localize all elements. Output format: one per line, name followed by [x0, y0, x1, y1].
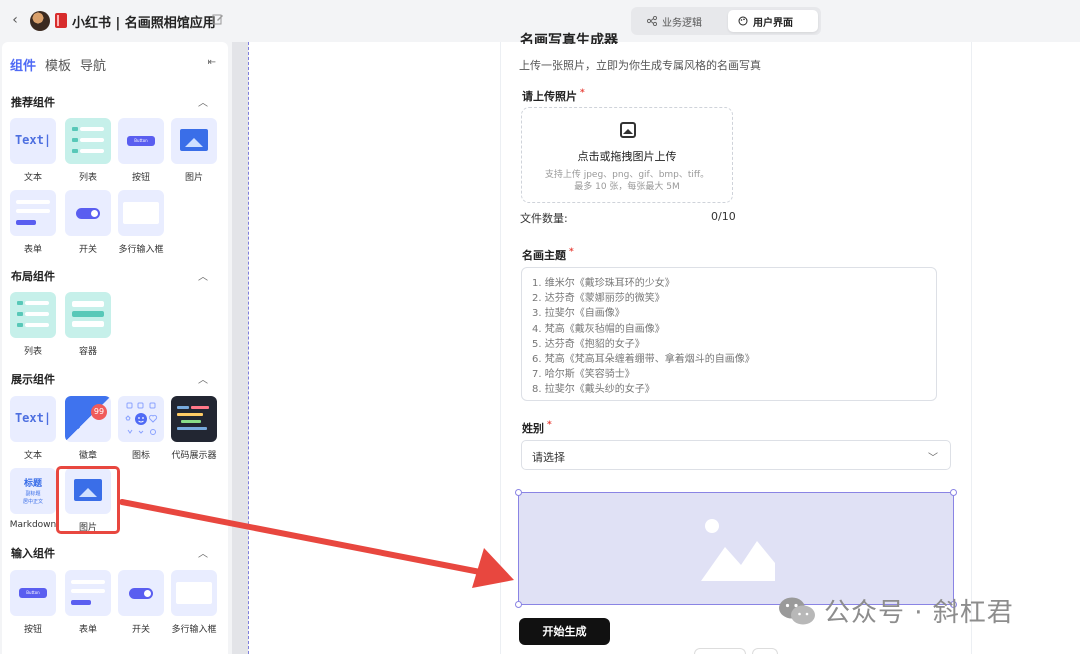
highlight-box [56, 466, 120, 534]
markdown-component-thumbnail: 标题 副标题 居中正文 [10, 468, 56, 514]
theme-label: 名画主题 * [522, 247, 574, 262]
bottom-toolbar-button[interactable] [752, 648, 778, 654]
toggle-icon [129, 588, 153, 599]
badge-component-thumbnail: 99 [65, 396, 111, 442]
watermark: 公众号 · 斜杠君 [778, 592, 1014, 629]
list-component-thumbnail [10, 292, 56, 338]
component-item-image[interactable]: 图片 [169, 118, 219, 183]
image-placeholder-selected[interactable] [518, 492, 954, 605]
tab-business-logic[interactable]: 业务逻辑 [637, 10, 725, 32]
canvas-guide-line [248, 42, 249, 654]
upload-main-text: 点击或拖拽图片上传 [577, 150, 677, 163]
component-item-display-text[interactable]: Text| 文本 [8, 396, 58, 461]
code-viewer-component-thumbnail [171, 396, 217, 442]
collapse-panel-icon[interactable]: ⇤ [208, 57, 216, 68]
icon-grid-icon [125, 402, 158, 435]
edit-icon[interactable] [212, 13, 224, 25]
component-item-input-form[interactable]: 表单 [63, 570, 113, 635]
button-component-thumbnail: Button [118, 118, 164, 164]
app-title: 小红书 | 名画照相馆应用 [72, 16, 216, 31]
textarea-component-thumbnail [118, 190, 164, 236]
image-upload-icon [620, 122, 636, 138]
text-component-thumbnail: Text| [10, 396, 56, 442]
tab-user-interface[interactable]: 用户界面 [728, 10, 818, 32]
start-generate-button[interactable]: 开始生成 [519, 618, 610, 645]
upload-label: 请上传照片 * [522, 88, 585, 103]
component-item-form[interactable]: 表单 [8, 190, 58, 255]
image-placeholder-icon [701, 519, 775, 581]
button-component-thumbnail: Button [10, 570, 56, 616]
wechat-icon [779, 597, 815, 624]
avatar[interactable] [30, 11, 50, 31]
gender-select[interactable]: 请选择 ﹀ [521, 440, 951, 470]
switch-component-thumbnail [65, 190, 111, 236]
component-item-input-textarea[interactable]: 多行输入框 [169, 570, 219, 635]
component-item-text[interactable]: Text| 文本 [8, 118, 58, 183]
toggle-icon [76, 208, 100, 219]
component-item-input-button[interactable]: Button 按钮 [8, 570, 58, 635]
section-title-recommended: 推荐组件 [11, 96, 55, 109]
flow-icon [647, 16, 657, 26]
panel-tab-components[interactable]: 组件 [10, 55, 36, 74]
app-book-icon [55, 13, 67, 28]
component-item-switch[interactable]: 开关 [63, 190, 113, 255]
resize-handle-bottom-left[interactable] [515, 601, 522, 608]
component-item-input-switch[interactable]: 开关 [116, 570, 166, 635]
bottom-toolbar-button[interactable] [694, 648, 746, 654]
file-count-value: 0/10 [711, 210, 736, 223]
file-count-label: 文件数量: [520, 212, 568, 225]
switch-component-thumbnail [118, 570, 164, 616]
section-title-layout: 布局组件 [11, 270, 55, 283]
gender-select-placeholder: 请选择 [532, 451, 565, 464]
form-component-thumbnail [10, 190, 56, 236]
component-item-container[interactable]: 容器 [63, 292, 113, 357]
resize-handle-top-right[interactable] [950, 489, 957, 496]
list-component-thumbnail [65, 118, 111, 164]
component-item-icon[interactable]: 图标 [116, 396, 166, 461]
chevron-down-icon: ﹀ [928, 453, 938, 464]
resize-handle-top-left[interactable] [515, 489, 522, 496]
image-icon [180, 129, 208, 151]
panel-tab-navigation[interactable]: 导航 [80, 55, 106, 74]
component-item-code-viewer[interactable]: 代码展示器 [169, 396, 219, 461]
form-component-thumbnail [65, 570, 111, 616]
form-description: 上传一张照片，立即为你生成专属风格的名画写真 [519, 59, 761, 72]
gender-label: 姓别 * [522, 420, 552, 435]
palette-icon [738, 16, 748, 26]
tab-business-logic-label: 业务逻辑 [662, 17, 702, 29]
textarea-component-thumbnail [171, 570, 217, 616]
text-component-thumbnail: Text| [10, 118, 56, 164]
component-item-list[interactable]: 列表 [63, 118, 113, 183]
upload-hint-limits: 最多 10 张，每张最大 5M [574, 182, 680, 192]
image-component-thumbnail [171, 118, 217, 164]
container-component-thumbnail [65, 292, 111, 338]
panel-divider[interactable] [232, 42, 248, 654]
component-item-textarea[interactable]: 多行输入框 [116, 190, 166, 255]
photo-upload-dropzone[interactable]: 点击或拖拽图片上传 支持上传 jpeg、png、gif、bmp、tiff。 最多… [521, 107, 733, 203]
panel-tab-templates[interactable]: 模板 [45, 55, 71, 74]
theme-textarea[interactable]: 1. 维米尔《戴珍珠耳环的少女》 2. 达芬奇《蒙娜丽莎的微笑》 3. 拉斐尔《… [521, 267, 937, 401]
component-item-layout-list[interactable]: 列表 [8, 292, 58, 357]
component-item-markdown[interactable]: 标题 副标题 居中正文 Markdown [8, 468, 58, 530]
component-item-button[interactable]: Button 按钮 [116, 118, 166, 183]
view-switch: 业务逻辑 用户界面 [631, 7, 821, 35]
form-title: 名画写真生成器 [520, 33, 618, 44]
component-item-badge[interactable]: 99 徽章 [63, 396, 113, 461]
panel-tabs: 组件 模板 导航 [10, 55, 106, 74]
back-chevron-icon[interactable]: ‹ [8, 12, 22, 28]
icon-component-thumbnail [118, 396, 164, 442]
badge-count: 99 [91, 404, 107, 420]
section-title-display: 展示组件 [11, 373, 55, 386]
watermark-text: 公众号 · 斜杠君 [824, 598, 1014, 628]
tab-user-interface-label: 用户界面 [753, 17, 793, 29]
section-title-input: 输入组件 [11, 547, 55, 560]
